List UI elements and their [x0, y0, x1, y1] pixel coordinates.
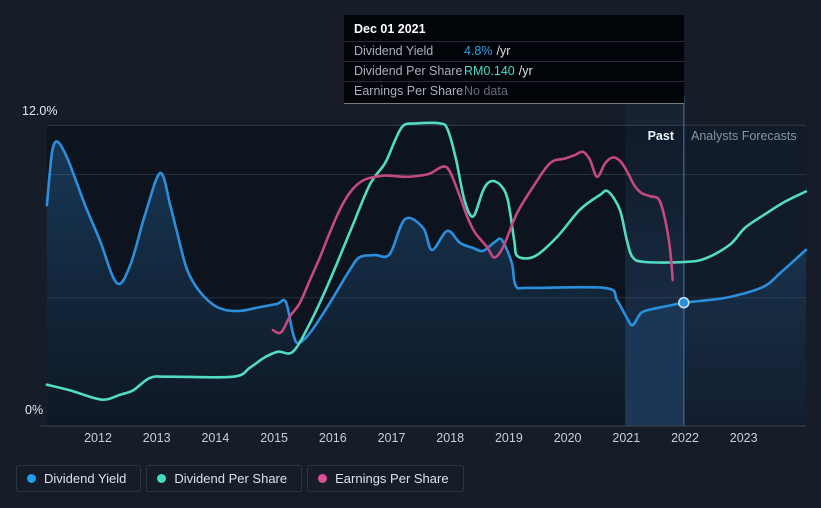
tooltip-row-label: Dividend Yield [354, 44, 434, 58]
tooltip-row-value: 4.8% [464, 44, 493, 58]
legend-color-dot-icon [27, 474, 36, 483]
x-axis-label-2016: 2016 [318, 431, 347, 445]
dividend-yield-marker-dot [677, 296, 690, 309]
legend-item-label: Dividend Per Share [174, 471, 288, 486]
chart-legend: Dividend Yield Dividend Per Share Earnings… [16, 465, 464, 492]
forecast-region-label: Analysts Forecasts [691, 129, 797, 143]
x-axis-label-2017: 2017 [377, 431, 406, 445]
tooltip-row: Dividend Yield 4.8%/yr [344, 41, 684, 61]
tooltip-row: Dividend Per Share RM0.140/yr [344, 61, 684, 81]
x-axis-label-2012: 2012 [84, 431, 112, 445]
legend-item-label: Dividend Yield [44, 471, 127, 486]
tooltip-date: Dec 01 2021 [354, 22, 426, 36]
y-axis-label-bottom: 0% [25, 403, 44, 417]
dividend-history-chart: 12.0% 0% 2012 2013 2014 2015 2016 2017 2018 201… [0, 0, 821, 508]
x-axis-label-2023: 2023 [729, 431, 758, 445]
x-axis-label-2019: 2019 [494, 431, 523, 445]
y-axis-label-top: 12.0% [22, 104, 58, 118]
tooltip-row-label: Earnings Per Share [354, 84, 464, 98]
tooltip-row: Earnings Per Share No data [344, 81, 684, 101]
tooltip-row-value: No data [464, 84, 508, 98]
tooltip-row-label: Dividend Per Share [354, 64, 463, 78]
legend-item-label: Earnings Per Share [335, 471, 449, 486]
x-axis-label-2015: 2015 [260, 431, 288, 445]
legend-item-dividend-per-share[interactable]: Dividend Per Share [146, 465, 303, 492]
x-axis-label-2018: 2018 [436, 431, 465, 445]
x-axis-label-2020: 2020 [553, 431, 582, 445]
tooltip-row-unit: /yr [496, 44, 511, 58]
x-axis-label-2021: 2021 [612, 431, 641, 445]
tooltip-rows: Dividend Yield 4.8%/yr Dividend Per Share R… [344, 41, 684, 101]
legend-color-dot-icon [318, 474, 328, 483]
legend-color-dot-icon [157, 474, 167, 483]
chart-tooltip: Dec 01 2021 Dividend Yield 4.8%/yr Dividen… [344, 15, 684, 104]
x-axis-label-2022: 2022 [671, 431, 699, 445]
legend-item-dividend-yield[interactable]: Dividend Yield [16, 465, 142, 492]
tooltip-row-value: RM0.140 [464, 64, 515, 78]
legend-item-earnings-per-share[interactable]: Earnings Per Share [307, 465, 464, 492]
x-axis-label-2013: 2013 [142, 431, 171, 445]
x-axis-label-2014: 2014 [201, 431, 230, 445]
tooltip-bottom-divider [344, 103, 684, 104]
past-region-label: Past [647, 129, 674, 143]
tooltip-row-unit: /yr [518, 64, 533, 78]
